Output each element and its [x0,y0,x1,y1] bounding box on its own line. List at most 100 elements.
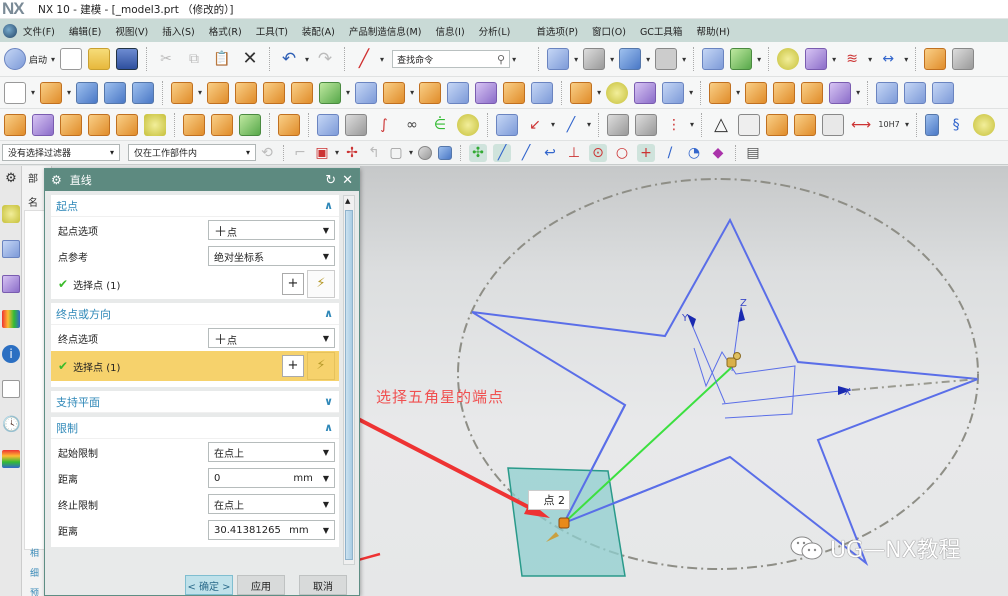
synchronous-move-icon[interactable] [4,113,26,136]
lamp-icon[interactable] [496,113,518,136]
menu-tools[interactable]: 工具(T) [256,24,288,38]
selected-point-marker[interactable] [558,517,570,529]
measure-distance-icon[interactable]: ↔ [877,48,899,70]
orient-view-icon[interactable] [619,48,642,70]
background-dropdown[interactable]: ▾ [682,55,686,64]
offset-face-icon[interactable] [419,81,442,104]
app-menu-icon[interactable] [3,23,17,38]
group-end-header[interactable]: 终点或方向 ∧ [51,303,339,325]
snap-bounded-icon[interactable]: ◆ [709,144,727,162]
end-select-point-row[interactable]: ✔ 选择点 (1) + ⚡ [51,351,339,381]
split-body-icon[interactable] [383,81,406,104]
menu-preferences[interactable]: 首选项(P) [536,24,578,38]
menu-format[interactable]: 格式(R) [209,24,242,38]
chevron-down-icon[interactable]: ∨ [324,395,333,408]
orient-dropdown[interactable]: ▾ [646,55,650,64]
tolerance-dropdown[interactable]: ▾ [905,120,909,129]
save-icon[interactable] [116,48,139,70]
end-limit-select[interactable]: 在点上 ▼ [208,494,335,514]
info-icon[interactable]: i [2,345,20,363]
chevron-down-icon[interactable]: ▼ [323,526,329,535]
delete-icon[interactable]: ✕ [239,48,261,70]
layer-icon[interactable] [952,48,975,70]
cancel-button[interactable]: 取消 [299,575,347,595]
sketch-icon[interactable] [4,81,26,104]
line-icon[interactable]: ╱ [353,48,375,70]
start-distance-input[interactable]: 0 mm ▼ [208,468,335,488]
clip-dropdown[interactable]: ▾ [757,55,761,64]
fit-view-icon[interactable] [547,48,570,70]
comb-icon[interactable]: ⋵ [429,114,451,136]
pad-dropdown[interactable]: ▾ [198,88,202,97]
web-browser-icon[interactable] [2,380,20,398]
through-curves-icon[interactable] [634,81,657,104]
clip-view-icon[interactable] [730,48,753,70]
group-plane-header[interactable]: 支持平面 ∨ [51,391,339,413]
dialog-scrollbar[interactable]: ▲ [343,195,355,565]
undo-select-icon[interactable]: ↰ [366,142,382,164]
snap-endpoint-icon[interactable]: ✣ [469,143,488,162]
pattern-icon[interactable] [263,81,286,104]
move-face-dropdown[interactable]: ▾ [597,88,601,97]
snap-perpendicular-icon[interactable]: ⊥ [565,144,583,162]
snap-center-icon[interactable]: ⊙ [589,143,608,162]
spring-icon[interactable]: ≋ [841,48,863,70]
redo-icon[interactable]: ↷ [314,48,336,70]
inferred-point-icon[interactable]: ⚡ [307,352,335,380]
intersect-icon[interactable] [773,81,796,104]
menu-information[interactable]: 信息(I) [435,24,464,38]
dimension-icon[interactable]: ⟷ [850,114,872,136]
edge-blend-icon[interactable] [503,81,526,104]
command-search-input[interactable]: 查找命令 ⚲ [392,50,511,68]
sweep-icon[interactable] [606,81,629,104]
chevron-up-icon[interactable]: ∧ [324,421,333,434]
history-clock-icon[interactable]: 🕓 [2,415,21,433]
start-option-select[interactable]: ＋点 ▼ [208,220,335,240]
menu-pmi[interactable]: 产品制造信息(M) [349,24,422,38]
render-style-icon[interactable] [583,48,606,70]
export-csv-icon[interactable] [345,113,367,136]
group-start-header[interactable]: 起点 ∧ [51,195,339,217]
undo-icon[interactable]: ↶ [278,48,300,70]
tolerance-icon[interactable]: 10H7 [878,114,900,136]
start-dropdown[interactable]: ▾ [51,55,55,64]
menu-edit[interactable]: 编辑(E) [69,24,101,38]
constraint-navigator-icon[interactable] [2,275,20,293]
sheet-metal-icon[interactable] [876,81,899,104]
selection-scope-select[interactable]: 仅在工作部件内 ▾ [128,144,256,161]
mirror-feature-icon[interactable] [291,81,314,104]
reset-icon[interactable]: ↻ [325,173,336,188]
chevron-up-icon[interactable]: ∧ [324,307,333,320]
menu-gc-toolkit[interactable]: GC工具箱 [640,24,683,38]
copy-icon[interactable]: ⧉ [183,48,205,70]
measure-dropdown[interactable]: ▾ [904,55,908,64]
table-icon[interactable] [738,113,761,136]
flange-icon[interactable] [904,81,927,104]
subtract-icon[interactable] [745,81,768,104]
navigator-tab-details[interactable]: 细 [30,566,39,579]
offset-region-icon[interactable] [32,113,54,136]
group-limits-header[interactable]: 限制 ∧ [51,417,339,439]
hole-icon[interactable] [76,81,99,104]
extrude-dropdown[interactable]: ▾ [67,88,71,97]
point-dialog-button[interactable]: + [282,273,304,295]
chevron-up-icon[interactable]: ∧ [324,199,333,212]
scroll-up-icon[interactable]: ▲ [345,197,350,205]
drawing-sheet-icon[interactable] [822,113,845,136]
cut-icon[interactable]: ✂ [155,48,177,70]
dialog-gear-icon[interactable]: ⚙ [51,173,62,187]
menu-window[interactable]: 窗口(O) [592,24,626,38]
import-csv-icon[interactable] [317,113,339,136]
snap-on-face-icon[interactable]: ◔ [685,144,703,162]
apply-button[interactable]: 应用 [237,575,285,595]
draft-icon[interactable] [447,81,470,104]
replace-blend-icon[interactable] [88,113,110,136]
search-dropdown[interactable]: ▾ [512,55,516,64]
rib-icon[interactable] [211,113,233,136]
snap-intersection-icon[interactable]: ↩ [541,144,559,162]
palette-icon[interactable] [2,450,20,468]
point-set-icon[interactable]: ↙ [524,114,546,136]
part-navigator-icon[interactable] [2,205,20,223]
delete-face-icon[interactable] [116,113,138,136]
add-points-icon[interactable] [766,113,789,136]
